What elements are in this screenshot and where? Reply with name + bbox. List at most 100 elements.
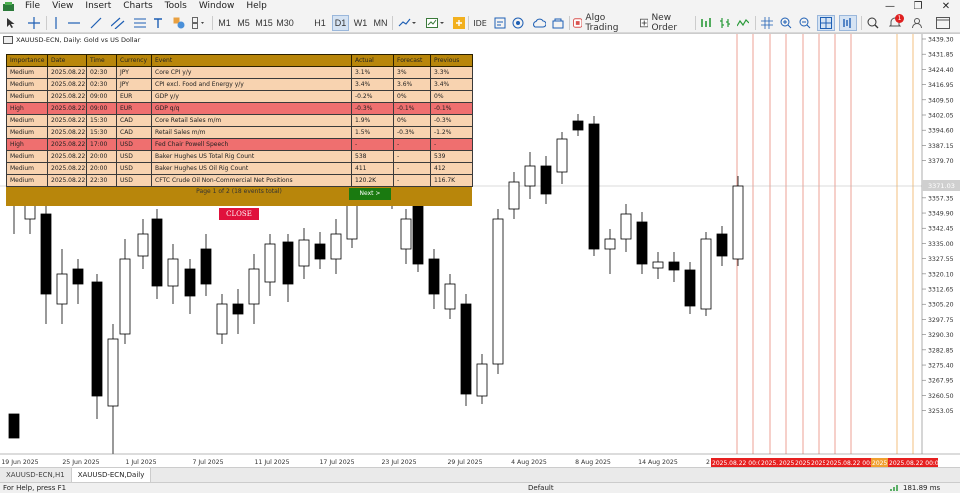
news-row: Medium 2025.08.22 20:00 USD Baker Hughes US …: [6, 162, 473, 175]
next-page-button[interactable]: Next >: [349, 188, 391, 200]
account-icon[interactable]: [910, 15, 924, 31]
timeframe-m5[interactable]: M5: [235, 15, 252, 31]
price-chart[interactable]: 3439.30 3431.85 3424.40 3416.95 3409.50 3402.…: [0, 33, 960, 467]
chart-type-icon[interactable]: [396, 15, 420, 31]
cell-importance: Medium: [6, 78, 48, 91]
candle: [508, 172, 520, 219]
tab-xauusd-h1[interactable]: XAUUSD-ECN,H1: [0, 468, 72, 482]
shapes-icon[interactable]: [172, 15, 186, 31]
minimize-button[interactable]: —: [876, 0, 904, 13]
fibonacci-icon[interactable]: [133, 15, 147, 31]
more-tools-icon[interactable]: [190, 15, 208, 31]
page-indicator: Page 1 of 2 (18 events total): [196, 188, 282, 195]
cursor-icon[interactable]: [4, 15, 18, 31]
timeframe-m30[interactable]: M30: [275, 15, 295, 31]
menu-insert[interactable]: Insert: [79, 0, 117, 13]
templates-icon[interactable]: [424, 15, 448, 31]
line-chart-icon[interactable]: [736, 15, 750, 31]
tile-windows-icon[interactable]: [817, 15, 835, 31]
timeframe-m15[interactable]: M15: [254, 15, 274, 31]
candle: [588, 116, 600, 256]
cell-previous: -: [430, 138, 473, 151]
news-event-tag: 2025.08.22 00:00: [888, 458, 943, 467]
cell-date: 2025.08.22: [47, 90, 87, 103]
menu-window[interactable]: Window: [193, 0, 241, 13]
notifications-icon[interactable]: 1: [886, 14, 904, 31]
zoom-in-icon[interactable]: [779, 15, 793, 31]
date-tick-label: 19 Jun 2025: [1, 459, 38, 466]
candle: [540, 156, 552, 204]
community-icon[interactable]: [493, 15, 507, 31]
candle: [119, 239, 131, 344]
market-icon[interactable]: [551, 15, 565, 31]
date-tick-label: 14 Aug 2025: [638, 459, 678, 466]
candle: [8, 184, 20, 439]
tab-xauusd-daily[interactable]: XAUUSD-ECN,Daily: [71, 468, 152, 482]
news-row: High 2025.08.22 09:00 EUR GDP q/q -0.3% -0.1% -…: [6, 102, 473, 115]
cell-previous: 3.4%: [430, 78, 473, 91]
bar-chart-icon[interactable]: [718, 15, 732, 31]
cell-date: 2025.08.22: [47, 78, 87, 91]
price-tick-label: 3260.50: [928, 393, 954, 400]
cell-forecast: -: [393, 162, 431, 175]
cell-event: Retail Sales m/m: [151, 126, 352, 139]
menu-view[interactable]: View: [46, 0, 79, 13]
zoom-out-icon[interactable]: [798, 15, 812, 31]
timeframe-w1[interactable]: W1: [352, 15, 369, 31]
cloud-icon[interactable]: [531, 15, 547, 31]
close-panel-button[interactable]: CLOSE: [219, 208, 259, 220]
candle: [56, 249, 68, 324]
connection-icon: [890, 484, 899, 493]
candle: [72, 259, 84, 304]
date-tick-label: 2: [706, 459, 710, 466]
crosshair-icon[interactable]: [27, 15, 41, 31]
price-tick-label: 3320.10: [928, 271, 954, 278]
menu-bar: File View Insert Charts Tools Window Hel…: [0, 0, 960, 13]
depth-icon[interactable]: [699, 15, 713, 31]
chart-title: XAUUSD-ECN, Daily: Gold vs US Dollar: [3, 36, 140, 44]
date-tick-label: 11 Jul 2025: [254, 459, 289, 466]
menu-help[interactable]: Help: [240, 0, 273, 13]
timeframe-mn[interactable]: MN: [372, 15, 389, 31]
grid-icon[interactable]: [760, 15, 774, 31]
cell-importance: Medium: [6, 90, 48, 103]
new-order-button[interactable]: New Order: [640, 13, 692, 33]
cell-event: Baker Hughes US Oil Rig Count: [151, 162, 352, 175]
algo-trading-button[interactable]: Algo Trading: [573, 13, 638, 33]
autoscroll-icon[interactable]: [452, 15, 465, 31]
trend-line-icon[interactable]: [89, 15, 103, 31]
cell-forecast: -: [393, 150, 431, 163]
cell-date: 2025.08.22: [47, 102, 87, 115]
cell-previous: -0.3%: [430, 114, 473, 127]
menu-tools[interactable]: Tools: [159, 0, 193, 13]
search-icon[interactable]: [866, 15, 880, 31]
cell-time: 20:00: [86, 150, 117, 163]
channel-icon[interactable]: [110, 15, 126, 31]
cell-time: 20:00: [86, 162, 117, 175]
timeframe-h1[interactable]: H1: [312, 15, 328, 31]
timeframe-m1[interactable]: M1: [216, 15, 233, 31]
cell-importance: High: [6, 102, 48, 115]
news-row: Medium 2025.08.22 09:00 EUR GDP y/y -0.2% 0% 0%: [6, 90, 473, 103]
cell-forecast: -0.1%: [393, 102, 431, 115]
date-tick-label: 17 Jul 2025: [319, 459, 354, 466]
vertical-line-icon[interactable]: [50, 15, 62, 31]
cell-previous: -1.2%: [430, 126, 473, 139]
app-logo-icon: [2, 1, 15, 12]
signals-icon[interactable]: [511, 15, 525, 31]
close-window-button[interactable]: ✕: [932, 0, 960, 13]
price-tick-label: 3312.65: [928, 287, 954, 294]
text-tool-icon[interactable]: [152, 15, 164, 31]
ide-button[interactable]: IDE: [472, 15, 488, 31]
horizontal-line-icon[interactable]: [67, 15, 81, 31]
cell-currency: JPY: [116, 66, 152, 79]
candle: [200, 234, 212, 296]
chart-symbol-label: XAUUSD-ECN, Daily: Gold vs US Dollar: [16, 36, 141, 44]
chart-shift-icon[interactable]: [839, 15, 857, 31]
window-list-icon[interactable]: [930, 15, 956, 31]
menu-file[interactable]: File: [19, 0, 46, 13]
cell-importance: Medium: [6, 162, 48, 175]
restore-button[interactable]: ❐: [904, 0, 932, 13]
menu-charts[interactable]: Charts: [117, 0, 158, 13]
timeframe-d1[interactable]: D1: [332, 15, 349, 31]
